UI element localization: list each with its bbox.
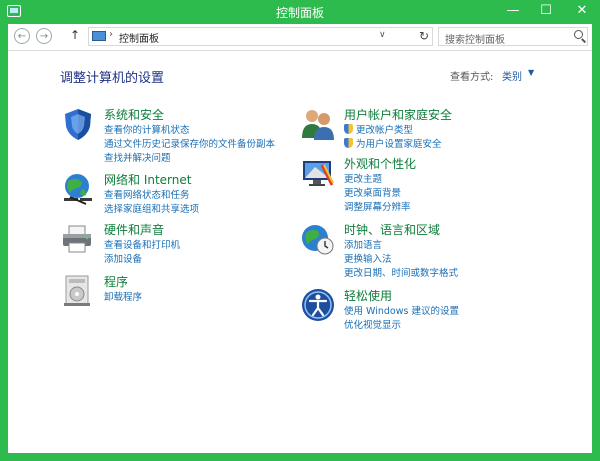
printer-icon[interactable] — [60, 221, 96, 257]
link-label: 更改帐户类型 — [356, 125, 414, 136]
clock-globe-icon[interactable] — [300, 221, 336, 257]
user-accounts-title[interactable]: 用户帐户和家庭安全 — [344, 106, 452, 123]
clock-language-title[interactable]: 时钟、语言和区域 — [344, 221, 440, 238]
link-uninstall-program[interactable]: 卸载程序 — [104, 289, 142, 303]
link-screen-resolution[interactable]: 调整屏幕分辨率 — [344, 199, 411, 213]
programs-title[interactable]: 程序 — [104, 273, 128, 290]
main-content: 调整计算机的设置 查看方式: 类别 ▼ 系统和安全 查看你的计算机状态 通过文件… — [8, 51, 592, 453]
minimize-button[interactable]: — — [497, 0, 529, 24]
network-globe-icon[interactable] — [60, 171, 96, 207]
hardware-sound-title[interactable]: 硬件和声音 — [104, 221, 164, 238]
control-panel-icon — [92, 31, 106, 41]
chevron-down-icon[interactable]: ▼ — [528, 68, 534, 77]
link-view-computer-status[interactable]: 查看你的计算机状态 — [104, 122, 190, 136]
users-icon[interactable] — [300, 106, 336, 142]
link-devices-printers[interactable]: 查看设备和打印机 — [104, 237, 180, 251]
uac-shield-icon — [344, 124, 353, 134]
breadcrumb[interactable]: 控制面板 — [119, 30, 159, 45]
appearance-title[interactable]: 外观和个性化 — [344, 155, 416, 172]
forward-button[interactable]: → — [36, 28, 52, 44]
maximize-button[interactable]: ☐ — [530, 0, 562, 24]
search-icon[interactable] — [574, 30, 583, 39]
system-security-title[interactable]: 系统和安全 — [104, 106, 164, 123]
link-label: 为用户设置家庭安全 — [356, 139, 442, 150]
refresh-icon[interactable]: ↻ — [419, 29, 429, 43]
search-placeholder: 搜索控制面板 — [445, 35, 505, 46]
close-button[interactable]: ✕ — [566, 0, 598, 24]
shield-icon[interactable] — [60, 106, 96, 142]
link-add-device[interactable]: 添加设备 — [104, 251, 142, 265]
history-dropdown-icon[interactable]: ∨ — [379, 30, 386, 40]
link-troubleshoot[interactable]: 查找并解决问题 — [104, 150, 171, 164]
link-change-account-type[interactable]: 更改帐户类型 — [344, 122, 413, 136]
programs-icon[interactable] — [60, 273, 96, 309]
back-button[interactable]: ← — [14, 28, 30, 44]
uac-shield-icon — [344, 138, 353, 148]
link-file-history-backup[interactable]: 通过文件历史记录保存你的文件备份副本 — [104, 136, 275, 150]
link-homegroup-sharing[interactable]: 选择家庭组和共享选项 — [104, 201, 199, 215]
page-title: 调整计算机的设置 — [60, 71, 165, 86]
link-network-status[interactable]: 查看网络状态和任务 — [104, 187, 190, 201]
breadcrumb-separator: › — [109, 29, 113, 40]
address-bar: ← → ↑ › 控制面板 ∨ ↻ 搜索控制面板 — [8, 24, 592, 51]
ease-of-access-title[interactable]: 轻松使用 — [344, 287, 392, 304]
link-date-time-format[interactable]: 更改日期、时间或数字格式 — [344, 265, 458, 279]
control-panel-window: 控制面板 — ☐ ✕ ← → ↑ › 控制面板 ∨ ↻ 搜索控制面板 调整计算机… — [0, 0, 600, 461]
monitor-paint-icon[interactable] — [300, 155, 336, 191]
link-optimize-display[interactable]: 优化视觉显示 — [344, 317, 401, 331]
link-family-safety[interactable]: 为用户设置家庭安全 — [344, 136, 442, 150]
link-add-language[interactable]: 添加语言 — [344, 237, 382, 251]
up-button[interactable]: ↑ — [70, 28, 80, 42]
view-by-label: 查看方式: — [450, 72, 494, 83]
link-change-theme[interactable]: 更改主题 — [344, 171, 382, 185]
view-by-dropdown[interactable]: 类别 — [502, 68, 522, 83]
path-field[interactable]: › 控制面板 ∨ ↻ — [88, 27, 433, 46]
link-change-input-method[interactable]: 更换输入法 — [344, 251, 392, 265]
network-internet-title[interactable]: 网络和 Internet — [104, 171, 191, 188]
search-input[interactable]: 搜索控制面板 — [438, 27, 588, 46]
title-bar[interactable]: 控制面板 — ☐ ✕ — [0, 0, 600, 24]
ease-of-access-icon[interactable] — [300, 287, 336, 323]
link-recommended-settings[interactable]: 使用 Windows 建议的设置 — [344, 303, 459, 317]
link-change-background[interactable]: 更改桌面背景 — [344, 185, 401, 199]
